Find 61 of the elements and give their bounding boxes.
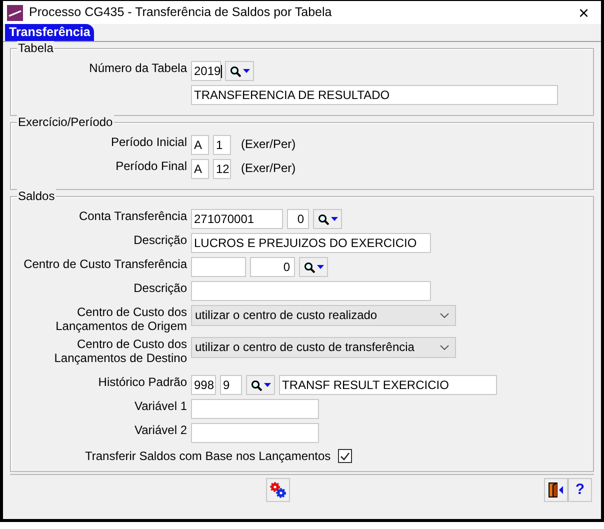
search-icon [230,66,240,76]
checkbox-label: Transferir Saldos com Base nos Lançamentos [85,448,331,465]
input-field[interactable] [191,281,431,301]
field-label: Descrição [134,233,187,247]
field-label: Número da Tabela [89,61,187,75]
group-title: Exercício/Período [17,115,114,129]
field-label: Período Final [116,159,187,173]
caret-icon [264,383,270,387]
run-button[interactable] [266,478,290,502]
group-title: Saldos [17,189,56,203]
input-field[interactable]: TRANSF RESULT EXERCICIO [279,375,497,395]
input-field[interactable]: A [191,135,209,155]
lookup-button[interactable] [299,257,328,277]
input-field[interactable]: 1 [213,135,231,155]
field-label: Variável 1 [134,399,187,413]
input-field[interactable] [191,423,319,443]
close-button[interactable]: × [572,4,595,22]
input-field[interactable]: A [191,159,209,179]
hint-text: (Exer/Per) [240,136,296,153]
caret-icon [242,69,250,73]
caret-icon [316,265,324,269]
checkbox[interactable] [338,449,352,463]
field-label: Centro de Custo Transferência [24,257,187,271]
input-field[interactable]: 998 [191,375,216,395]
app-icon [7,4,23,20]
door-icon [548,482,564,498]
tab[interactable]: Transferência [5,24,94,41]
group-title: Tabela [17,41,54,55]
lookup-button[interactable] [246,375,275,395]
input-field[interactable] [191,257,246,277]
input-field[interactable]: 0 [287,209,309,229]
dropdown[interactable]: utilizar o centro de custo realizado [191,305,456,326]
field-label: Centro de Custo dos Lançamentos de Destino [53,337,187,365]
input-field[interactable]: 0 [250,257,295,277]
lookup-button[interactable] [313,209,342,229]
field-label: Centro de Custo dos Lançamentos de Origem [54,305,187,333]
lookup-button[interactable] [225,61,254,81]
input-field[interactable]: LUCROS E PREJUIZOS DO EXERCICIO [191,233,431,253]
hint-text: (Exer/Per) [240,160,296,177]
field-label: Conta Transferência [78,209,187,223]
search-icon [318,214,328,224]
help-button[interactable]: ? [568,478,592,502]
field-label: Histórico Padrão [98,375,187,389]
search-icon [250,380,262,390]
input-field[interactable]: 2019 [191,61,221,81]
input-field[interactable]: 9 [220,375,242,395]
chevron-icon [440,313,449,318]
dropdown[interactable]: utilizar o centro de custo de transferência [191,337,456,358]
gears-icon [269,480,287,498]
field-label: Variável 2 [134,423,187,437]
exit-button[interactable] [544,478,568,502]
caret-icon [330,217,338,221]
input-field[interactable]: 271070001 [191,209,283,229]
input-field[interactable]: 12 [213,159,231,179]
field-label: Período Inicial [110,135,187,149]
chevron-icon [440,345,449,350]
search-icon [304,262,314,272]
input-field[interactable]: TRANSFERENCIA DE RESULTADO [191,85,558,105]
field-label: Descrição [134,281,187,295]
input-field[interactable] [191,399,319,419]
window-title: Processo CG435 - Transferência de Saldos por Tabela [29,4,333,22]
